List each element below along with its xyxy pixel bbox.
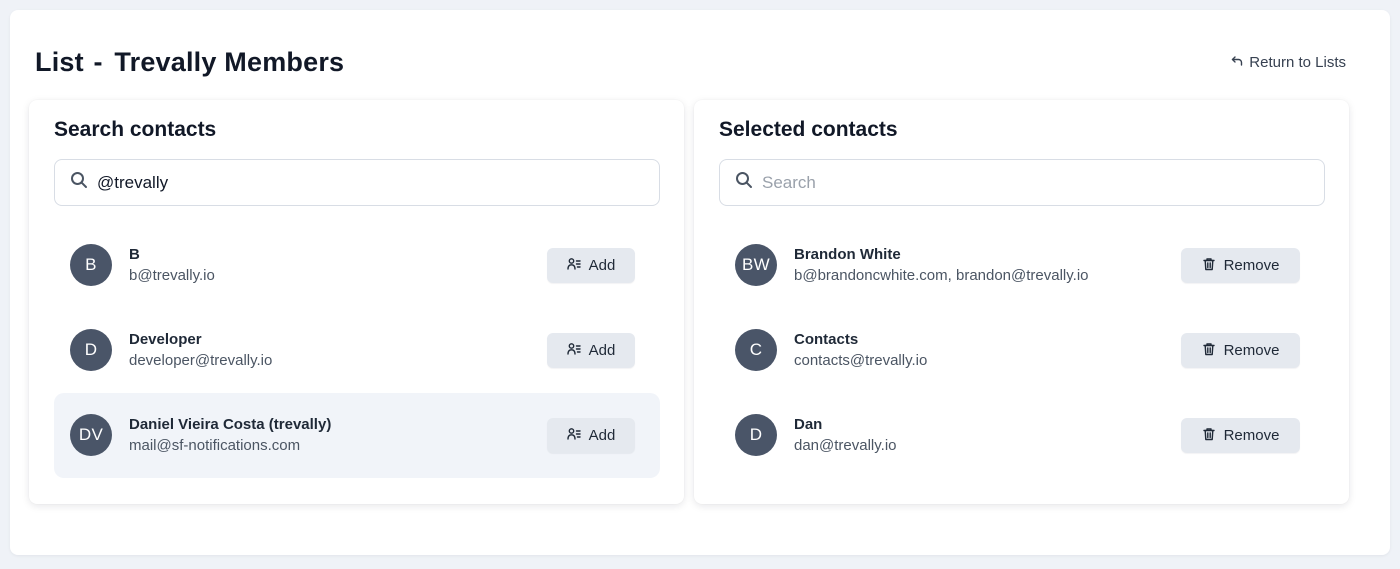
selected-contacts-panel: Selected contacts BW Brandon White b@bra…: [694, 100, 1349, 504]
contact-info: B b@trevally.io: [129, 246, 215, 285]
selected-contact-row: D Dan dan@trevally.io Remove: [719, 393, 1325, 478]
add-contact-button[interactable]: Add: [547, 248, 635, 283]
contact-email: developer@trevally.io: [129, 352, 273, 369]
search-contacts-title: Search contacts: [54, 118, 217, 141]
contact-info: Developer developer@trevally.io: [129, 331, 272, 370]
avatar: DV: [70, 414, 112, 456]
contact-name: Developer: [129, 331, 202, 348]
remove-contact-button[interactable]: Remove: [1181, 248, 1300, 283]
add-button-label: Add: [588, 427, 616, 444]
search-results-list: B B b@trevally.io Add D Developer develo…: [54, 223, 660, 478]
search-contacts-box: [54, 159, 660, 206]
remove-button-label: Remove: [1223, 257, 1280, 274]
contact-info: Daniel Vieira Costa (trevally) mail@sf-n…: [129, 416, 331, 455]
contact-email: b@trevally.io: [129, 267, 215, 284]
contact-name: B: [129, 246, 140, 263]
contact-info: Brandon White b@brandoncwhite.com, brand…: [794, 246, 1089, 285]
avatar: BW: [735, 244, 777, 286]
search-result-row: D Developer developer@trevally.io Add: [54, 308, 660, 393]
contact-info: Dan dan@trevally.io: [794, 416, 897, 455]
selected-contact-row: BW Brandon White b@brandoncwhite.com, br…: [719, 223, 1325, 308]
remove-button-label: Remove: [1223, 427, 1280, 444]
search-contacts-panel: Search contacts B B b@trevally.io: [29, 100, 684, 504]
search-contacts-input[interactable]: [97, 172, 637, 193]
avatar: D: [70, 329, 112, 371]
search-icon: [735, 171, 753, 194]
trash-icon: [1202, 257, 1216, 275]
user-add-icon: [566, 342, 581, 360]
remove-contact-button[interactable]: Remove: [1181, 418, 1300, 453]
contact-email: mail@sf-notifications.com: [129, 437, 301, 454]
add-button-label: Add: [588, 257, 616, 274]
remove-contact-button[interactable]: Remove: [1181, 333, 1300, 368]
page-title-list-name: Trevally Members: [114, 47, 345, 77]
user-add-icon: [566, 427, 581, 445]
avatar: D: [735, 414, 777, 456]
contact-email: dan@trevally.io: [794, 437, 897, 454]
search-result-row-highlighted: DV Daniel Vieira Costa (trevally) mail@s…: [54, 393, 660, 478]
contact-name: Brandon White: [794, 246, 901, 263]
page-title-separator: -: [93, 47, 103, 77]
selected-search-box: [719, 159, 1325, 206]
selected-search-input[interactable]: [762, 172, 1302, 193]
add-contact-button[interactable]: Add: [547, 418, 635, 453]
return-to-lists-label: Return to Lists: [1249, 53, 1346, 71]
avatar: C: [735, 329, 777, 371]
search-result-row: B B b@trevally.io Add: [54, 223, 660, 308]
return-arrow-icon: [1231, 54, 1243, 71]
contact-email: b@brandoncwhite.com, brandon@trevally.io: [794, 267, 1089, 284]
contact-name: Daniel Vieira Costa (trevally): [129, 416, 332, 433]
contact-name: Dan: [794, 416, 823, 433]
page-title: List - Trevally Members: [35, 46, 344, 78]
remove-button-label: Remove: [1223, 342, 1280, 359]
add-button-label: Add: [588, 342, 616, 359]
trash-icon: [1202, 427, 1216, 445]
selected-contacts-list: BW Brandon White b@brandoncwhite.com, br…: [719, 223, 1325, 478]
selected-contact-row: C Contacts contacts@trevally.io Remove: [719, 308, 1325, 393]
return-to-lists-link[interactable]: Return to Lists: [1231, 54, 1346, 71]
user-add-icon: [566, 257, 581, 275]
trash-icon: [1202, 342, 1216, 360]
avatar: B: [70, 244, 112, 286]
contact-email: contacts@trevally.io: [794, 352, 928, 369]
contact-info: Contacts contacts@trevally.io: [794, 331, 927, 370]
page-header: List - Trevally Members Return to Lists: [35, 46, 1350, 78]
selected-contacts-title: Selected contacts: [719, 118, 898, 141]
search-icon: [70, 171, 88, 194]
contact-name: Contacts: [794, 331, 859, 348]
add-contact-button[interactable]: Add: [547, 333, 635, 368]
page-title-prefix: List: [35, 47, 84, 77]
